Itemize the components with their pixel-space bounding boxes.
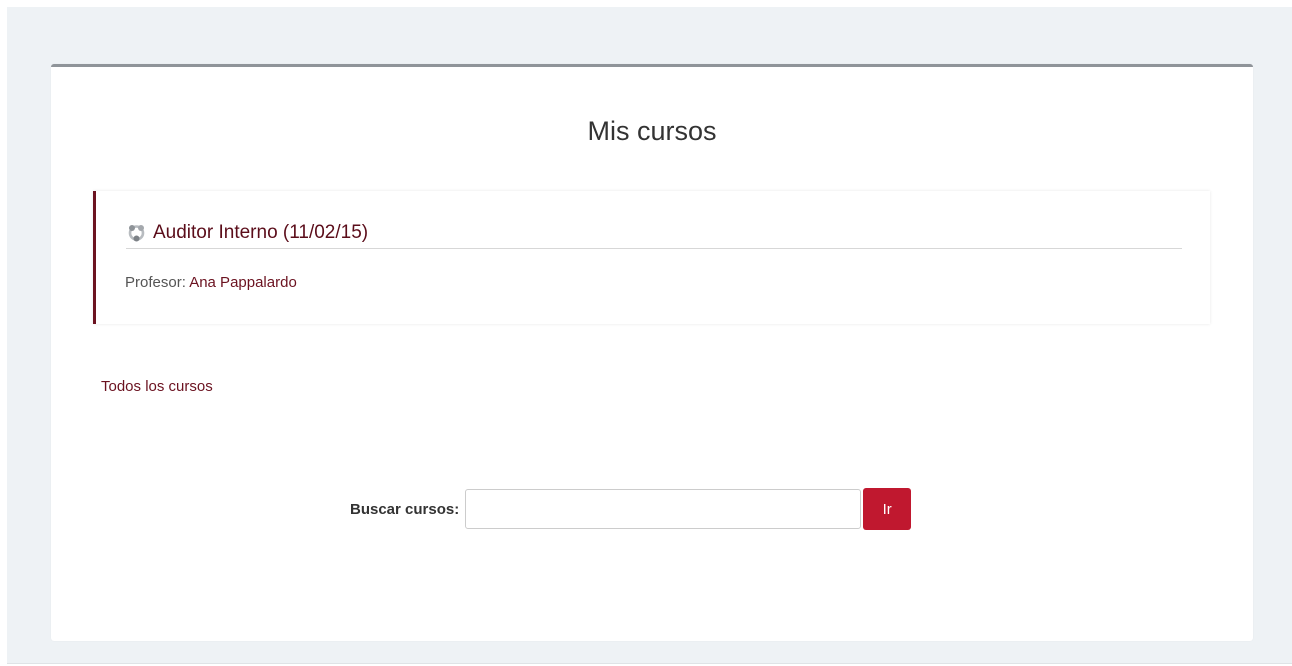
course-title-link[interactable]: Auditor Interno (11/02/15) [153, 221, 368, 245]
course-card: Auditor Interno (11/02/15) Profesor: Ana… [93, 191, 1210, 324]
course-icon [126, 223, 147, 243]
teacher-line: Profesor: Ana Pappalardo [125, 273, 297, 293]
search-label: Buscar cursos: [350, 500, 460, 518]
course-search-form: Buscar cursos: Ir [350, 488, 912, 530]
teacher-label: Profesor: [125, 274, 190, 291]
search-button[interactable]: Ir [863, 488, 912, 530]
courses-panel: Mis cursos Auditor Interno (11/02/15) Pr… [51, 64, 1253, 641]
course-header: Auditor Interno (11/02/15) [126, 218, 1182, 249]
search-input[interactable] [465, 489, 862, 529]
teacher-name-link[interactable]: Ana Pappalardo [189, 274, 297, 291]
all-courses-link[interactable]: Todos los cursos [101, 377, 213, 397]
page-title: Mis cursos [587, 116, 717, 146]
